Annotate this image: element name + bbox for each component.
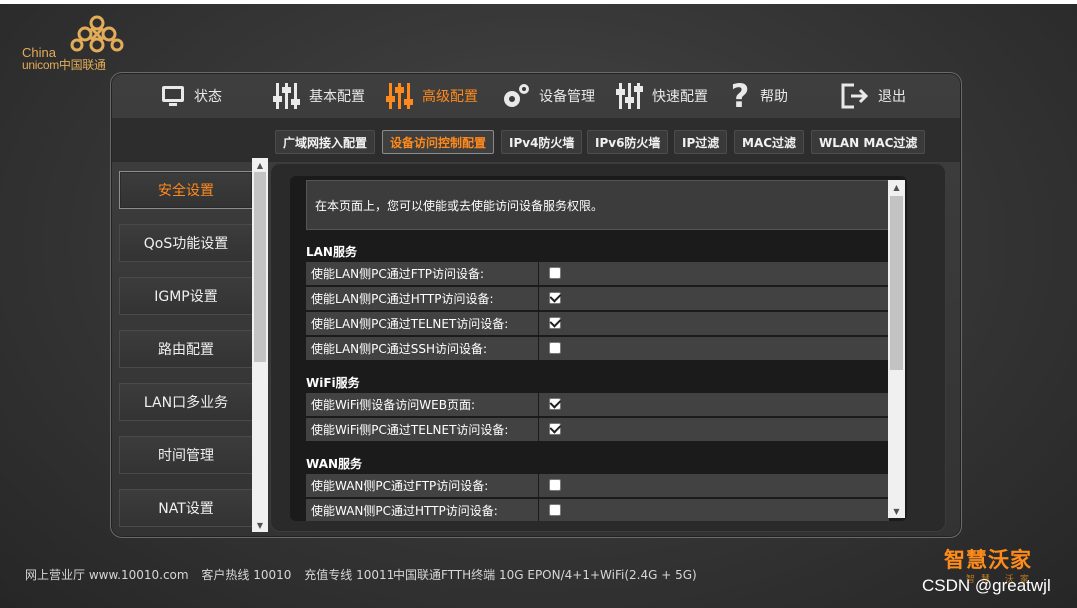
table-row: 使能WAN侧PC通过FTP访问设备: — [306, 474, 889, 498]
section-title-lan: LAN服务 — [306, 245, 357, 259]
row-label: 使能WAN侧PC通过HTTP访问设备: — [311, 499, 539, 521]
logo-text: China unicom中国联通 — [22, 46, 106, 72]
subtab-ipv4-firewall[interactable]: IPv4防火墙 — [501, 130, 583, 154]
nav-advanced-config-label: 高级配置 — [422, 89, 478, 105]
table-row: 使能LAN侧PC通过SSH访问设备: — [306, 337, 889, 361]
menu-nat-settings[interactable]: NAT设置 — [119, 489, 253, 527]
table-row: 使能LAN侧PC通过HTTP访问设备: — [306, 287, 889, 311]
csdn-watermark: CSDN @greatwjl — [922, 576, 1051, 595]
question-icon: ? — [730, 77, 750, 115]
china-unicom-logo: China unicom中国联通 — [22, 14, 132, 74]
row-label: 使能LAN侧PC通过FTP访问设备: — [311, 262, 539, 286]
lan-telnet-checkbox[interactable] — [549, 317, 561, 329]
left-menu-scroll-thumb[interactable] — [254, 172, 266, 362]
gears-icon — [501, 82, 531, 110]
nav-help-label: 帮助 — [760, 89, 788, 105]
logout-icon — [840, 82, 870, 110]
table-row: 使能WiFi侧设备访问WEB页面: — [306, 393, 889, 417]
menu-lan-multi-service[interactable]: LAN口多业务 — [119, 383, 253, 421]
nav-logout-label: 退出 — [878, 89, 906, 105]
top-border — [0, 0, 1077, 4]
scroll-up-arrow-icon[interactable]: ▲ — [252, 158, 268, 172]
menu-routing-config[interactable]: 路由配置 — [119, 330, 253, 368]
menu-igmp-settings[interactable]: IGMP设置 — [119, 277, 253, 315]
wifi-web-checkbox[interactable] — [549, 398, 561, 410]
subtab-wan-access[interactable]: 广域网接入配置 — [275, 130, 376, 154]
table-row: 使能WiFi侧PC通过TELNET访问设备: — [306, 418, 889, 442]
nav-status-label: 状态 — [194, 89, 222, 105]
footer-hotline: 客户热线 10010 — [201, 568, 292, 582]
nav-quick-config[interactable]: 快速配置 — [616, 78, 708, 114]
row-label: 使能WAN侧PC通过FTP访问设备: — [311, 474, 539, 498]
subtab-wlan-mac-filter[interactable]: WLAN MAC过滤 — [811, 130, 926, 154]
monitor-icon — [160, 83, 186, 109]
nav-help[interactable]: ? 帮助 — [728, 77, 788, 115]
footer-device-info: 中国联通FTTH终端 10G EPON/4+1+WiFi(2.4G + 5G) — [393, 568, 697, 582]
sub-tabs: 广域网接入配置 设备访问控制配置 IPv4防火墙 IPv6防火墙 IP过滤 MA… — [112, 118, 960, 162]
row-label: 使能WiFi侧设备访问WEB页面: — [311, 393, 539, 417]
row-label: 使能WiFi侧PC通过TELNET访问设备: — [311, 418, 539, 442]
lan-ssh-checkbox[interactable] — [549, 342, 561, 354]
subtab-ipv6-firewall[interactable]: IPv6防火墙 — [587, 130, 669, 154]
nav-device-management[interactable]: 设备管理 — [501, 78, 595, 114]
row-label: 使能LAN侧PC通过TELNET访问设备: — [311, 312, 539, 336]
nav-advanced-config[interactable]: 高级配置 — [386, 78, 478, 114]
page-description: 在本页面上，您可以使能或去使能访问设备服务权限。 — [306, 180, 889, 230]
lan-ftp-checkbox[interactable] — [549, 267, 561, 279]
section-title-wan: WAN服务 — [306, 457, 363, 471]
row-label: 使能LAN侧PC通过SSH访问设备: — [311, 337, 539, 361]
sliders-quick-icon — [616, 81, 644, 111]
content-scroll-thumb[interactable] — [890, 196, 903, 370]
top-nav: 状态 基本配置 高级配置 设备管理 快速配置 ? 帮助 退出 — [112, 74, 960, 118]
menu-security-settings[interactable]: 安全设置 — [119, 171, 253, 209]
content-scroll-down-icon[interactable]: ▼ — [888, 504, 905, 518]
subtab-device-access-control[interactable]: 设备访问控制配置 — [382, 130, 495, 154]
subtab-ip-filter[interactable]: IP过滤 — [674, 130, 728, 154]
menu-time-management[interactable]: 时间管理 — [119, 436, 253, 474]
section-title-wifi: WiFi服务 — [306, 376, 360, 390]
menu-qos-settings[interactable]: QoS功能设置 — [119, 224, 253, 262]
lan-http-checkbox[interactable] — [549, 292, 561, 304]
brand-logo: 智慧沃家 — [944, 548, 1032, 572]
content-scroll-up-icon[interactable]: ▲ — [888, 180, 905, 194]
left-menu: 安全设置 QoS功能设置 IGMP设置 路由配置 LAN口多业务 时间管理 NA… — [112, 158, 268, 532]
sliders-basic-icon — [273, 81, 301, 111]
scroll-down-arrow-icon[interactable]: ▼ — [252, 518, 268, 532]
logo-line2: unicom中国联通 — [22, 58, 106, 72]
subtab-mac-filter[interactable]: MAC过滤 — [734, 130, 805, 154]
row-label: 使能LAN侧PC通过HTTP访问设备: — [311, 287, 539, 311]
left-menu-scrollbar[interactable]: ▲ ▼ — [252, 158, 268, 532]
nav-basic-config-label: 基本配置 — [309, 89, 365, 105]
footer-recharge: 充值专线 10011 — [304, 568, 395, 582]
nav-quick-config-label: 快速配置 — [652, 89, 708, 105]
nav-device-management-label: 设备管理 — [539, 89, 595, 105]
table-row: 使能LAN侧PC通过TELNET访问设备: — [306, 312, 889, 336]
footer-contact: 网上营业厅 www.10010.com 客户热线 10010 充值专线 1001… — [25, 566, 403, 583]
sliders-advanced-icon — [386, 81, 414, 111]
wan-ftp-checkbox[interactable] — [549, 479, 561, 491]
wan-http-checkbox[interactable] — [549, 504, 561, 516]
footer-hall: 网上营业厅 www.10010.com — [25, 568, 189, 582]
nav-logout[interactable]: 退出 — [840, 78, 906, 114]
nav-status[interactable]: 状态 — [160, 78, 222, 114]
table-row: 使能WAN侧PC通过HTTP访问设备: — [306, 499, 889, 521]
wifi-telnet-checkbox[interactable] — [549, 423, 561, 435]
table-row: 使能LAN侧PC通过FTP访问设备: — [306, 262, 889, 286]
content-scrollbar[interactable]: ▲ ▼ — [888, 180, 905, 518]
nav-basic-config[interactable]: 基本配置 — [273, 78, 365, 114]
content-inner: 在本页面上，您可以使能或去使能访问设备服务权限。 LAN服务 使能LAN侧PC通… — [290, 176, 907, 521]
